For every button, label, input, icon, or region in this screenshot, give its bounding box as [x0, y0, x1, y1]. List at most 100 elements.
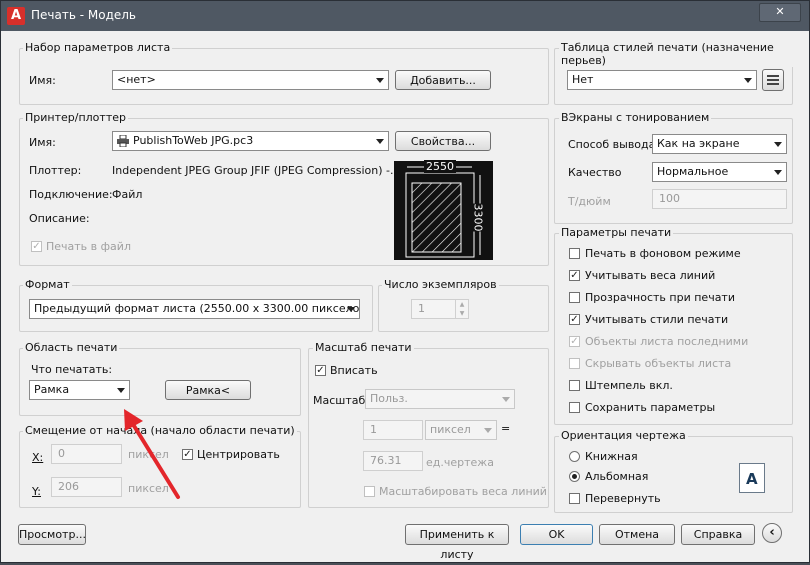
- paper-size-value: Предыдущий формат листа (2550.00 x 3300.…: [34, 302, 360, 315]
- page-setup-name-value: <нет>: [117, 73, 156, 86]
- drawing-units-label: ед.чертежа: [426, 456, 494, 469]
- chevron-down-icon: [774, 142, 782, 147]
- window-select-button[interactable]: Рамка<: [165, 380, 251, 400]
- print-to-file-label: Печать в файл: [46, 240, 131, 253]
- plot-scale-group-label: Масштаб печати: [313, 341, 414, 354]
- plot-option-checkbox[interactable]: [569, 248, 580, 259]
- copies-input[interactable]: 1 ▲ ▼: [411, 299, 469, 319]
- printer-name-label: Имя:: [29, 136, 56, 149]
- scale-equals-sign: =: [501, 422, 511, 435]
- paper-size-select[interactable]: Предыдущий формат листа (2550.00 x 3300.…: [29, 299, 360, 319]
- chevron-down-icon: [117, 388, 125, 393]
- chevron-down-icon: [347, 307, 355, 312]
- shade-output-label: Способ вывода: [568, 138, 656, 151]
- shade-output-select[interactable]: Как на экране: [652, 134, 787, 154]
- fit-to-paper-label: Вписать: [330, 364, 378, 377]
- plot-option-label: Прозрачность при печати: [585, 291, 735, 304]
- window-title: Печать - Модель: [31, 8, 136, 22]
- chevron-down-icon: [502, 397, 510, 402]
- plot-option-checkbox[interactable]: ✓: [569, 314, 580, 325]
- copies-spinner[interactable]: ▲ ▼: [455, 300, 468, 318]
- plot-style-select[interactable]: Нет: [567, 70, 757, 90]
- plot-area-group-label: Область печати: [23, 341, 120, 354]
- quality-select[interactable]: Нормальное: [652, 162, 787, 182]
- plot-options-group-label: Параметры печати: [559, 226, 674, 239]
- annotation-arrow: [124, 409, 180, 499]
- plot-option-checkbox[interactable]: [569, 380, 580, 391]
- printer-name-value: PublishToWeb JPG.pc3: [133, 134, 254, 147]
- plot-option-label: Учитывать стили печати: [585, 313, 729, 326]
- add-page-setup-button[interactable]: Добавить...: [395, 70, 491, 90]
- printer-group-label: Принтер/плоттер: [23, 111, 128, 124]
- copies-group-label: Число экземпляров: [382, 278, 499, 291]
- scale-pixels-input[interactable]: 1: [363, 420, 423, 440]
- what-to-plot-label: Что печатать:: [31, 363, 113, 376]
- paper-preview: 2550 3300: [394, 160, 493, 260]
- plotter-value: Independent JPEG Group JFIF (JPEG Compre…: [112, 164, 401, 177]
- print-to-file-checkbox[interactable]: ✓: [31, 241, 42, 252]
- ok-button[interactable]: OK: [520, 524, 593, 545]
- copies-value: 1: [418, 302, 425, 315]
- connection-value: Файл: [112, 188, 143, 201]
- plot-option-label: Сохранить параметры: [585, 401, 716, 414]
- quality-value: Нормальное: [657, 165, 729, 178]
- plot-option-checkbox[interactable]: ✓: [569, 336, 580, 347]
- drawing-units-input[interactable]: 76.31: [363, 451, 423, 471]
- quality-label: Качество: [568, 166, 622, 179]
- printer-name-select[interactable]: PublishToWeb JPG.pc3: [112, 131, 389, 151]
- orientation-group-label: Ориентация чертежа: [559, 429, 688, 442]
- scale-label: Масштаб:: [313, 394, 369, 407]
- fit-to-paper-checkbox[interactable]: ✓: [315, 365, 326, 376]
- page-setup-name-label: Имя:: [29, 74, 56, 87]
- plot-style-value: Нет: [572, 73, 594, 86]
- help-button[interactable]: Справка: [681, 524, 755, 545]
- scale-value: Польз.: [370, 392, 408, 405]
- plot-option-label: Скрывать объекты листа: [585, 357, 732, 370]
- chevron-down-icon: [376, 78, 384, 83]
- landscape-radio[interactable]: [569, 471, 580, 482]
- plot-option-checkbox[interactable]: [569, 402, 580, 413]
- portrait-radio[interactable]: [569, 451, 580, 462]
- chevron-down-icon: [774, 170, 782, 175]
- plot-option-label: Печать в фоновом режиме: [585, 247, 741, 260]
- upside-down-checkbox[interactable]: [569, 493, 580, 504]
- more-options-button[interactable]: ‹: [762, 523, 782, 543]
- chevron-down-icon: [484, 428, 492, 433]
- edit-list-icon: [767, 75, 779, 85]
- printer-properties-button[interactable]: Свойства...: [395, 131, 491, 151]
- what-to-plot-value: Рамка: [34, 383, 70, 396]
- cancel-button[interactable]: Отмена: [599, 524, 675, 545]
- offset-y-label: Y:: [32, 485, 41, 498]
- page-setup-name-select[interactable]: <нет>: [112, 70, 389, 90]
- scale-units-value: пиксел: [430, 423, 471, 436]
- preview-height-label: 3300: [471, 203, 485, 232]
- plotter-label: Плоттер:: [29, 164, 82, 177]
- plot-option-checkbox[interactable]: ✓: [569, 270, 580, 281]
- upside-down-label: Перевернуть: [585, 492, 661, 505]
- plot-option-label: Штемпель вкл.: [585, 379, 673, 392]
- edit-plot-style-button[interactable]: [762, 69, 784, 91]
- apply-to-layout-button[interactable]: Применить к листу: [405, 524, 509, 561]
- paper-size-group-label: Формат: [23, 278, 72, 291]
- plot-option-checkbox[interactable]: [569, 292, 580, 303]
- title-bar: A Печать - Модель ✕: [1, 1, 809, 31]
- scale-lineweights-checkbox[interactable]: [364, 486, 375, 497]
- what-to-plot-select[interactable]: Рамка: [29, 380, 130, 400]
- scale-select[interactable]: Польз.: [365, 389, 515, 409]
- plot-option-label: Учитывать веса линий: [585, 269, 716, 282]
- description-label: Описание:: [29, 212, 90, 225]
- scale-lineweights-label: Масштабировать веса линий: [379, 485, 547, 498]
- center-plot-label: Центрировать: [197, 448, 280, 461]
- close-button[interactable]: ✕: [759, 3, 801, 22]
- landscape-label: Альбомная: [585, 470, 649, 483]
- dpi-input[interactable]: 100: [652, 189, 787, 209]
- printer-icon: [117, 135, 129, 147]
- shade-output-value: Как на экране: [657, 137, 740, 150]
- chevron-down-icon: [744, 78, 752, 83]
- shaded-viewports-group-label: ВЭкраны с тонированием: [559, 111, 712, 124]
- scale-units-select[interactable]: пиксел: [425, 420, 497, 440]
- print-dialog: A Печать - Модель ✕ Набор параметров лис…: [0, 0, 810, 563]
- plot-option-checkbox[interactable]: [569, 358, 580, 369]
- offset-x-label: X:: [32, 451, 44, 464]
- preview-button[interactable]: Просмотр...: [18, 524, 86, 545]
